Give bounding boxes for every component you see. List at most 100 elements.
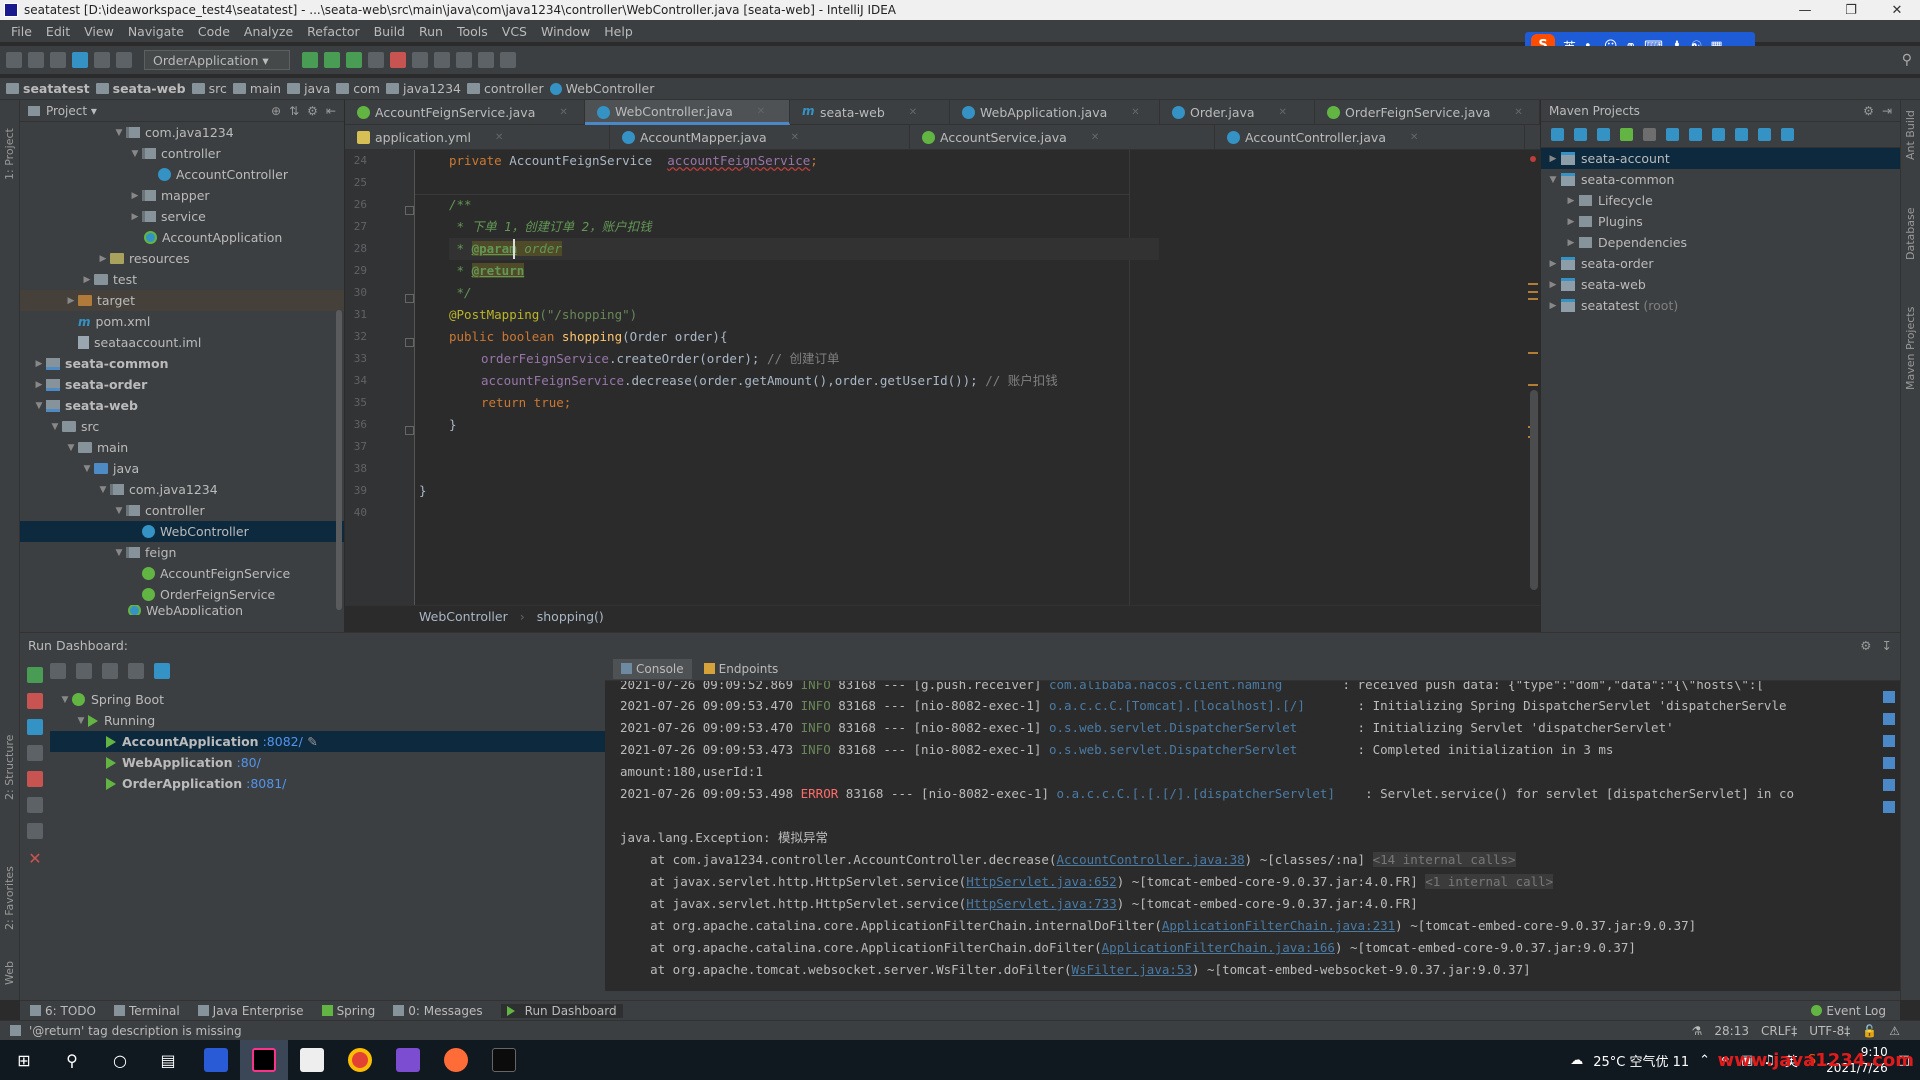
close-icon[interactable]: ✕ — [1410, 132, 1418, 143]
tree-node[interactable]: m pom.xml — [20, 311, 344, 332]
exit-icon[interactable] — [27, 771, 43, 787]
minimize-icon[interactable]: — — [1782, 3, 1828, 18]
filter-icon[interactable] — [154, 663, 170, 679]
chevron-right-icon[interactable]: ▶ — [1545, 301, 1561, 311]
chevron-down-icon[interactable]: ▼ — [112, 128, 126, 138]
print-icon[interactable] — [1883, 779, 1895, 791]
menu-refactor[interactable]: Refactor — [300, 24, 366, 39]
internal-calls-fold[interactable]: <14 internal calls> — [1372, 852, 1516, 867]
menu-code[interactable]: Code — [191, 24, 237, 39]
tab-orderfeignservice[interactable]: OrderFeignService.java ✕ — [1315, 100, 1540, 125]
stack-source-link[interactable]: WsFilter.java:53 — [1072, 962, 1192, 977]
tool-tab-event-log[interactable]: Event Log — [1811, 1004, 1886, 1018]
soft-wrap-icon[interactable] — [1883, 735, 1895, 747]
crumb-seatatest[interactable]: seatatest — [6, 81, 90, 96]
tree-node[interactable]: ▼ controller — [20, 500, 344, 521]
chevron-down-icon[interactable]: ▼ — [48, 422, 62, 432]
close-icon[interactable]: ✕ — [909, 107, 917, 118]
code-editor[interactable]: 24 25 26 27 28 29 30 31 32 33 34 35 36 3… — [345, 150, 1540, 605]
taskbar-app-icon[interactable] — [192, 1040, 240, 1080]
chevron-right-icon[interactable]: ▶ — [1563, 196, 1579, 206]
stack-source-link[interactable]: ApplicationFilterChain.java:166 — [1102, 940, 1335, 955]
hector-icon[interactable]: ⚗ — [1692, 1024, 1703, 1038]
scroll-to-end-icon[interactable] — [1883, 757, 1895, 769]
project-scrollbar[interactable] — [336, 310, 342, 610]
chevron-down-icon[interactable]: ▾ — [91, 104, 97, 118]
tree-node[interactable]: AccountController — [20, 164, 344, 185]
tree-node[interactable]: AccountFeignService — [20, 563, 344, 584]
tree-node[interactable]: ▶ seata-common — [20, 353, 344, 374]
breadcrumb-class[interactable]: WebController — [419, 609, 508, 624]
open-icon[interactable] — [6, 52, 22, 68]
gear-icon[interactable]: ⚙ — [307, 104, 318, 118]
chevron-right-icon[interactable]: ▶ — [64, 296, 78, 306]
project-tool-tab[interactable]: 1: Project — [3, 128, 16, 180]
favorites-tool-tab[interactable]: 2: Favorites — [3, 866, 16, 930]
stack-source-link[interactable]: HttpServlet.java:652 — [966, 874, 1117, 889]
stop-icon[interactable] — [389, 52, 406, 68]
maven-node[interactable]: ▶ seata-web — [1541, 274, 1900, 295]
pause-icon[interactable] — [27, 719, 43, 735]
gear-icon[interactable]: ⚙ — [1860, 638, 1871, 653]
crumb-controller[interactable]: controller — [466, 81, 544, 96]
tab-accountfeignservice[interactable]: AccountFeignService.java ✕ — [345, 100, 585, 125]
skip-tests-icon[interactable] — [1712, 128, 1725, 141]
line-separator[interactable]: CRLF‡ — [1761, 1024, 1797, 1038]
weather-text[interactable]: 25°C 空气优 11 — [1593, 1051, 1689, 1070]
console-output[interactable]: 2021-07-26 09:09:52.869 INFO 83168 --- [… — [605, 681, 1900, 991]
close-icon[interactable]: ✕ — [757, 106, 765, 117]
windows-start-icon[interactable]: ⊞ — [0, 1040, 48, 1080]
internal-calls-fold[interactable]: <1 internal call> — [1425, 874, 1554, 889]
expand-all-icon[interactable] — [50, 663, 66, 679]
tree-node[interactable]: ▶ resources — [20, 248, 344, 269]
crumb-java[interactable]: java — [287, 81, 330, 96]
taskbar-intellij-icon[interactable] — [240, 1040, 288, 1080]
hide-icon[interactable]: ⇥ — [1882, 104, 1892, 118]
web-tool-tab[interactable]: Web — [3, 961, 16, 985]
menu-view[interactable]: View — [77, 24, 121, 39]
taskbar-postman-icon[interactable] — [432, 1040, 480, 1080]
vcs-update-icon[interactable] — [411, 52, 428, 68]
taskbar-terminal-icon[interactable] — [480, 1040, 528, 1080]
tab-accountmapper[interactable]: AccountMapper.java ✕ — [610, 125, 910, 150]
clear-all-icon[interactable] — [1883, 801, 1895, 813]
download-icon[interactable] — [1597, 128, 1610, 141]
edit-icon[interactable]: ✎ — [307, 734, 317, 749]
run-tree-root[interactable]: ▼ Spring Boot — [50, 689, 605, 710]
sync-icon[interactable] — [50, 52, 66, 68]
project-view-select[interactable]: Project — [46, 104, 87, 118]
breadcrumb-method[interactable]: shopping() — [537, 609, 604, 624]
close-icon[interactable]: ✕ — [1131, 107, 1139, 118]
chevron-right-icon[interactable]: ▶ — [1545, 154, 1561, 164]
build-icon[interactable] — [116, 52, 132, 68]
chevron-right-icon[interactable]: ▶ — [32, 380, 46, 390]
tree-node[interactable]: OrderFeignService — [20, 584, 344, 605]
close-icon[interactable]: ✕ — [495, 132, 503, 143]
profile-icon[interactable] — [367, 52, 384, 68]
show-deps-icon[interactable] — [1735, 128, 1748, 141]
back-icon[interactable] — [72, 52, 88, 68]
taskbar-chrome-icon[interactable] — [336, 1040, 384, 1080]
close-icon[interactable]: ✕ — [791, 132, 799, 143]
gear-icon[interactable]: ⚙ — [1863, 104, 1874, 118]
warning-marker[interactable] — [1528, 298, 1538, 300]
chevron-down-icon[interactable]: ▼ — [58, 695, 72, 705]
crumb-java1234[interactable]: java1234 — [385, 81, 461, 96]
hide-icon[interactable]: ↧ — [1882, 638, 1892, 653]
fold-marker[interactable] — [405, 294, 414, 303]
tab-console[interactable]: Console — [613, 658, 692, 679]
tab-webapplication[interactable]: WebApplication.java ✕ — [950, 100, 1160, 125]
tool-tab-messages[interactable]: 0: Messages — [393, 1004, 483, 1018]
fold-marker[interactable] — [405, 338, 414, 347]
run-goal-icon[interactable] — [1643, 128, 1656, 141]
stack-source-link[interactable]: AccountController.java:38 — [1057, 852, 1245, 867]
run-app-accountapplication[interactable]: AccountApplication:8082/ ✎ — [50, 731, 605, 752]
tree-node[interactable]: ▼ controller — [20, 143, 344, 164]
run-app-port-link[interactable]: :8082/ — [263, 734, 303, 749]
generate-sources-icon[interactable] — [1574, 128, 1587, 141]
crumb-webcontroller[interactable]: WebController — [549, 81, 654, 96]
chevron-down-icon[interactable]: ▼ — [128, 149, 142, 159]
menu-window[interactable]: Window — [534, 24, 597, 39]
close-icon[interactable]: ✕ — [1514, 107, 1522, 118]
tree-node[interactable]: ▶ target — [20, 290, 344, 311]
